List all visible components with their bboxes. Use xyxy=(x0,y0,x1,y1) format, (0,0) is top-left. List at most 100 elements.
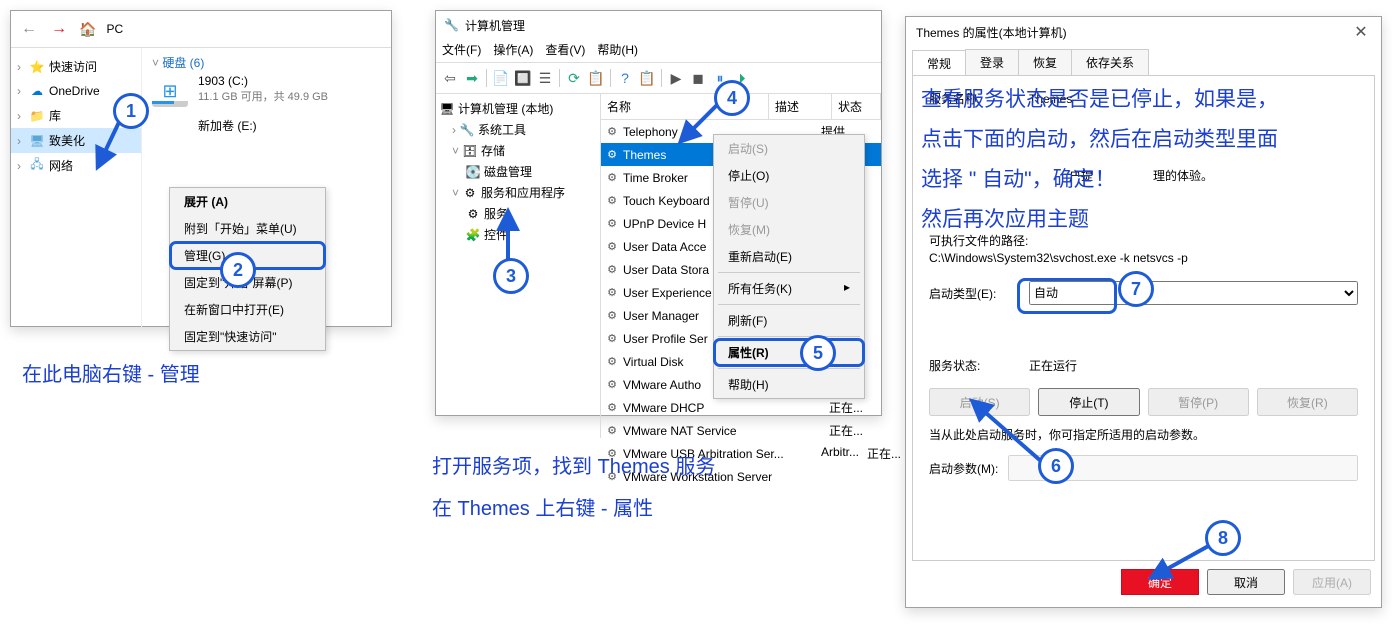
props-title: Themes 的属性(本地计算机) xyxy=(916,24,1067,41)
monitor-icon: 🖥 xyxy=(29,133,45,149)
gear-icon: ⚙ xyxy=(605,263,619,277)
tree-systools[interactable]: ›🔧系统工具 xyxy=(438,119,598,140)
properties-dialog: Themes 的属性(本地计算机) ✕ 常规 登录 恢复 依存关系 查看服务状态… xyxy=(905,16,1382,608)
tb-fwd-icon[interactable]: ➡ xyxy=(462,68,482,88)
btn-pause[interactable]: 暂停(P) xyxy=(1148,388,1249,416)
overlay-instructions: 查看服务状态是否是已停止，如果是， 点击下面的启动，然后在启动类型里面 选择 "… xyxy=(921,80,1278,240)
ctx-expand[interactable]: 展开 (A) xyxy=(170,188,325,215)
circle-5: 5 xyxy=(800,335,836,371)
tb-view-icon[interactable]: 🔲 xyxy=(513,68,533,88)
ctx-start[interactable]: 启动(S) xyxy=(714,135,864,162)
network-icon: 🖧 xyxy=(29,158,45,174)
menu-help[interactable]: 帮助(H) xyxy=(597,41,638,58)
tree-root[interactable]: 🖥计算机管理 (本地) xyxy=(438,98,598,119)
ctx-help[interactable]: 帮助(H) xyxy=(714,371,864,398)
tb-export-icon[interactable]: 📋 xyxy=(586,68,606,88)
ctx-pause[interactable]: 暂停(U) xyxy=(714,189,864,216)
gear-icon: ⚙ xyxy=(605,309,619,323)
btn-resume[interactable]: 恢复(R) xyxy=(1257,388,1358,416)
circle-1: 1 xyxy=(113,93,149,129)
dialog-bottom-buttons: 确定 取消 应用(A) xyxy=(906,561,1381,603)
tree-wmi[interactable]: 🧩控件 xyxy=(438,224,598,245)
label-start-type: 启动类型(E): xyxy=(929,285,1029,302)
start-type-select[interactable]: 自动 xyxy=(1029,281,1358,305)
gear-icon: ⚙ xyxy=(605,332,619,346)
menu-action[interactable]: 操作(A) xyxy=(493,41,533,58)
close-icon[interactable]: ✕ xyxy=(1351,22,1371,42)
tb-refresh-icon[interactable]: ⟳ xyxy=(564,68,584,88)
menu-view[interactable]: 查看(V) xyxy=(545,41,585,58)
drives-header: 硬盘 (6) xyxy=(162,56,204,70)
gear-icon: ⚙ xyxy=(605,171,619,185)
tb-props-icon[interactable]: 📋 xyxy=(637,68,657,88)
ctx-alltasks[interactable]: 所有任务(K)▸ xyxy=(714,275,864,302)
star-icon: ⭐ xyxy=(29,59,45,75)
col-desc[interactable]: 描述 xyxy=(769,94,832,119)
gear-icon: ⚙ xyxy=(605,355,619,369)
tree-diskmgmt[interactable]: 💽磁盘管理 xyxy=(438,161,598,182)
tree-storage[interactable]: ˅🗄存储 xyxy=(438,140,598,161)
services-apps-icon: ⚙ xyxy=(463,186,477,200)
tb-help-icon[interactable]: ? xyxy=(615,68,635,88)
gear-icon: ⚙ xyxy=(605,240,619,254)
gear-icon: ⚙ xyxy=(605,148,619,162)
storage-icon: 🗄 xyxy=(463,144,477,158)
tools-icon: 🔧 xyxy=(460,123,474,137)
drive-icon: ⊞ xyxy=(152,71,188,107)
label-status: 服务状态: xyxy=(929,357,1029,374)
circle-3: 3 xyxy=(493,258,529,294)
svc-row[interactable]: ⚙VMware NAT Service正在... xyxy=(601,419,881,442)
nav-forward-icon[interactable]: → xyxy=(49,19,69,39)
props-titlebar: Themes 的属性(本地计算机) ✕ xyxy=(906,17,1381,49)
tab-logon[interactable]: 登录 xyxy=(965,49,1019,75)
ctx-refresh[interactable]: 刷新(F) xyxy=(714,307,864,334)
tab-general[interactable]: 常规 xyxy=(912,50,966,76)
ctx-pin-quick[interactable]: 固定到"快速访问" xyxy=(170,323,325,350)
btn-stop[interactable]: 停止(T) xyxy=(1038,388,1139,416)
menu-file[interactable]: 文件(F) xyxy=(442,41,481,58)
ctx-resume[interactable]: 恢复(M) xyxy=(714,216,864,243)
props-tabs: 常规 登录 恢复 依存关系 xyxy=(906,49,1381,75)
ctx-stop[interactable]: 停止(O) xyxy=(714,162,864,189)
ctx-new-window[interactable]: 在新窗口中打开(E) xyxy=(170,296,325,323)
circle-2: 2 xyxy=(220,252,256,288)
tb-up-icon[interactable]: 📄 xyxy=(491,68,511,88)
tb-back-icon[interactable]: ⇦ xyxy=(440,68,460,88)
tb-play-icon[interactable]: ▶ xyxy=(666,68,686,88)
tree-services-apps[interactable]: ˅⚙服务和应用程序 xyxy=(438,182,598,203)
cloud-icon: ☁ xyxy=(29,83,45,99)
computer-icon: 🖥 xyxy=(440,102,454,116)
compmgmt-title: 计算机管理 xyxy=(465,17,525,34)
tab-deps[interactable]: 依存关系 xyxy=(1071,49,1149,75)
tb-list-icon[interactable]: ☰ xyxy=(535,68,555,88)
btn-apply[interactable]: 应用(A) xyxy=(1293,569,1371,595)
tb-stop-icon[interactable]: ◼ xyxy=(688,68,708,88)
nav-back-icon[interactable]: ← xyxy=(19,19,39,39)
gear-icon: ⚙ xyxy=(605,125,619,139)
circle-6: 6 xyxy=(1038,448,1074,484)
svc-row[interactable]: ⚙VMware DHCP正在... xyxy=(601,396,881,419)
circle-8: 8 xyxy=(1205,520,1241,556)
tree-quick-access[interactable]: ›⭐快速访问 xyxy=(11,54,141,79)
value-status: 正在运行 xyxy=(1029,357,1358,374)
gear-icon: ⚙ xyxy=(605,401,619,415)
explorer-tree: ›⭐快速访问 ›☁OneDrive ›📁库 ›🖥致美化 ›🖧网络 xyxy=(11,48,142,327)
tab-recovery[interactable]: 恢复 xyxy=(1018,49,1072,75)
props-pane: 查看服务状态是否是已停止，如果是， 点击下面的启动，然后在启动类型里面 选择 "… xyxy=(912,75,1375,561)
drive-c[interactable]: ⊞ 1903 (C:) 11.1 GB 可用，共 49.9 GB xyxy=(152,71,381,107)
gear-icon: ⚙ xyxy=(466,207,480,221)
wmi-icon: 🧩 xyxy=(466,228,480,242)
drive-e[interactable]: 新加卷 (E:) xyxy=(152,117,381,134)
gear-icon: ⚙ xyxy=(605,194,619,208)
explorer-title: PC xyxy=(106,22,123,36)
folder-icon: 📁 xyxy=(29,108,45,124)
ctx-properties[interactable]: 属性(R) xyxy=(714,339,864,366)
ctx-pin-start[interactable]: 附到「开始」菜单(U) xyxy=(170,215,325,242)
col-status[interactable]: 状态 xyxy=(832,94,881,119)
pc-icon: 🏠 xyxy=(79,21,96,38)
gear-icon: ⚙ xyxy=(605,286,619,300)
caption-2a: 打开服务项，找到 Themes 服务 xyxy=(432,450,715,479)
ctx-restart[interactable]: 重新启动(E) xyxy=(714,243,864,270)
compmgmt-toolbar: ⇦ ➡ 📄 🔲 ☰ ⟳ 📋 ? 📋 ▶ ◼ ⏸ ⏵ xyxy=(436,62,881,94)
tree-services[interactable]: ⚙服务 xyxy=(438,203,598,224)
